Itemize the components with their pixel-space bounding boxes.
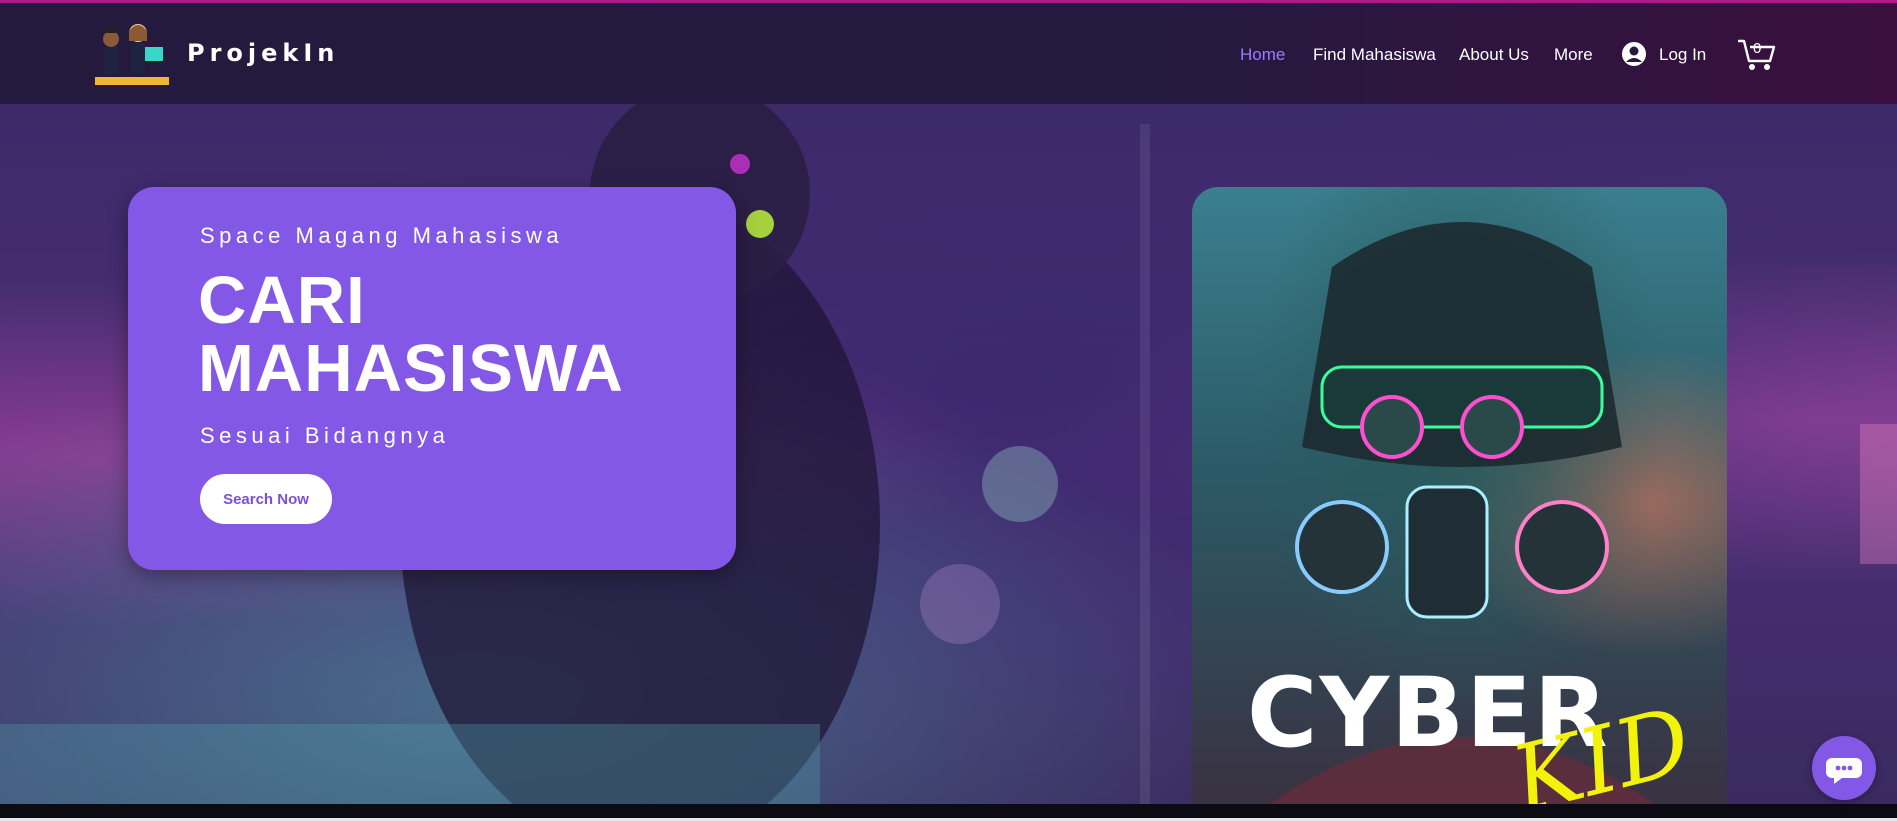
hero-card: Space Magang Mahasiswa CARI MAHASISWA Se… [128,187,736,570]
nav-find-mahasiswa[interactable]: Find Mahasiswa [1313,45,1436,65]
chat-button[interactable] [1812,736,1876,800]
search-now-button[interactable]: Search Now [200,474,332,524]
user-circle-icon[interactable] [1621,41,1647,67]
hero-subtitle: Space Magang Mahasiswa [200,223,564,248]
hero-title-line2: MAHASISWA [198,331,624,406]
hero-title-line1: CARI [198,263,366,338]
cart-count: 0 [1753,40,1762,57]
cyber-kid-poster: CYBER KID [1192,187,1727,817]
login-link[interactable]: Log In [1659,45,1706,65]
brand-name[interactable]: ProjekIn [187,39,339,67]
nav-about-us[interactable]: About Us [1459,45,1529,65]
footer-bar [0,804,1897,818]
hero-tagline: Sesuai Bidangnya [200,423,450,448]
chat-bubble-icon [1826,758,1862,784]
nav-more[interactable]: More [1554,45,1593,65]
hero-title: CARI MAHASISWA [198,267,624,403]
logo[interactable] [93,19,171,87]
site-header: ProjekIn Home Find Mahasiswa About Us Mo… [0,3,1897,104]
nav-home[interactable]: Home [1240,45,1285,65]
